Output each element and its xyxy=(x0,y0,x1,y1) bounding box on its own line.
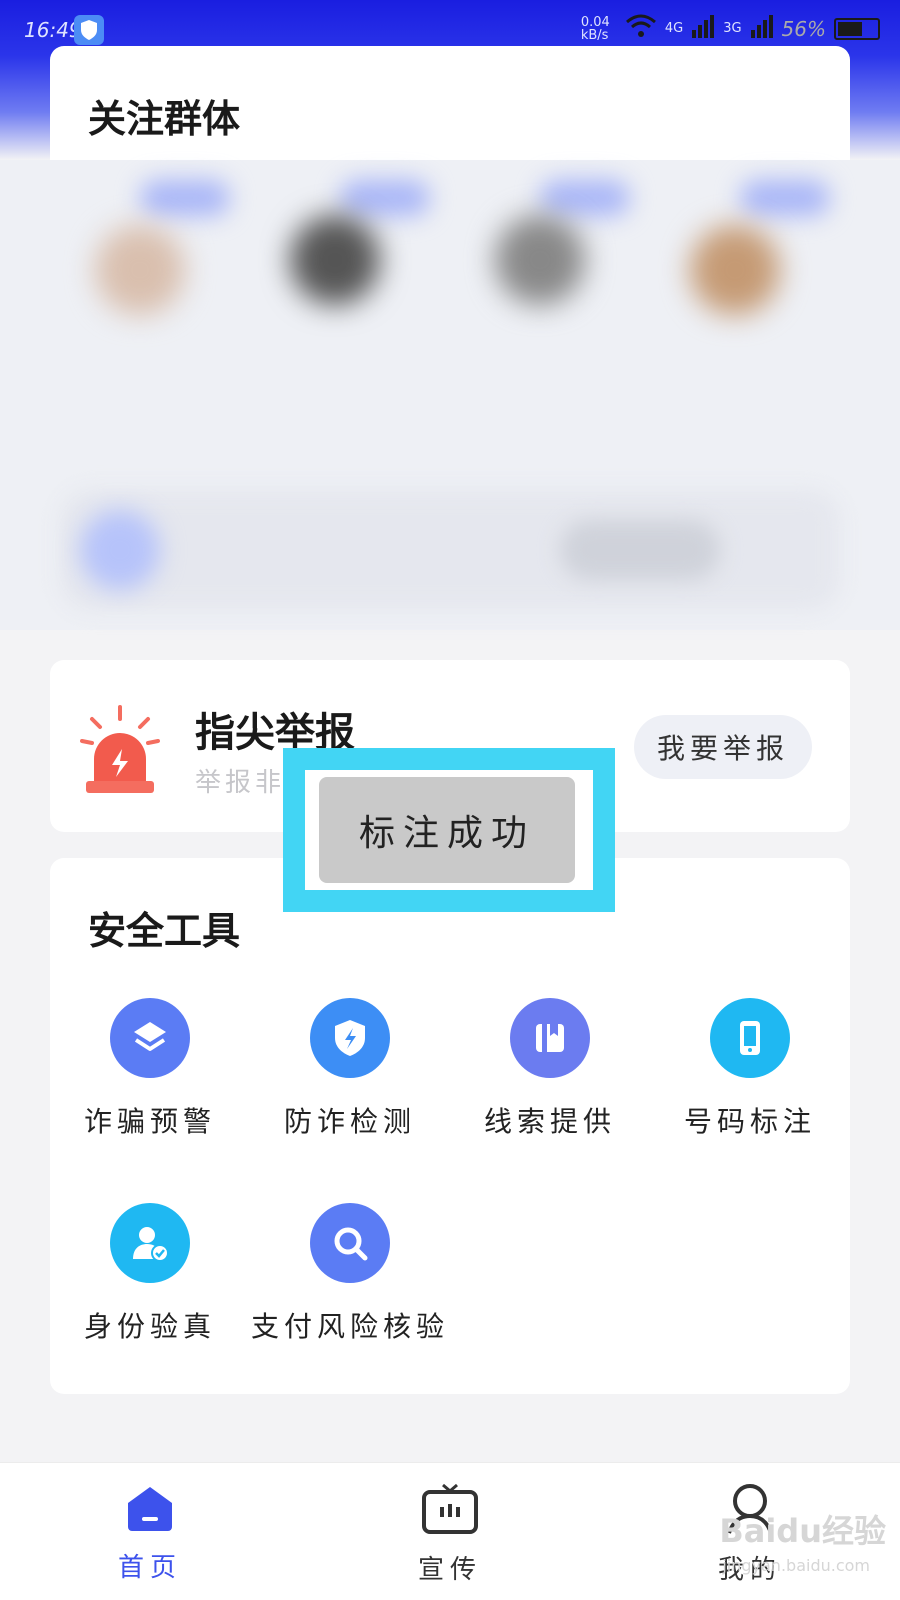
shield-bolt-icon xyxy=(310,998,390,1078)
security-app-icon xyxy=(74,15,104,45)
net-speed: 0.04 kB/s xyxy=(580,14,610,43)
watermark-url: jingyan.baidu.com xyxy=(722,1556,870,1575)
tools-card: 安全工具 诈骗预警 防诈检测 线索提供 号码标注 身份验真 支付风险核验 xyxy=(50,858,850,1394)
alarm-icon xyxy=(80,705,160,795)
tv-icon xyxy=(421,1483,479,1539)
groups-title: 关注群体 xyxy=(88,97,241,141)
watermark-brand: Baidu经验 xyxy=(719,1512,886,1550)
home-icon xyxy=(125,1483,175,1537)
blurred-avatar[interactable] xyxy=(290,215,380,305)
status-time: 16:49 xyxy=(24,18,82,42)
blurred-avatar[interactable] xyxy=(95,225,185,315)
tool-label: 支付风险核验 xyxy=(250,1310,449,1343)
signal-4g-label: 4G xyxy=(664,21,684,36)
tool-payment-risk[interactable]: 支付风险核验 xyxy=(250,1203,450,1345)
battery-percent: 56% xyxy=(781,16,826,41)
blurred-content xyxy=(0,160,900,630)
tool-number-mark[interactable]: 号码标注 xyxy=(650,998,850,1140)
signal-bars-icon xyxy=(691,14,715,43)
blurred-banner[interactable] xyxy=(60,490,840,610)
toast-message: 标注成功 xyxy=(319,777,575,883)
groups-card: 关注群体 xyxy=(50,46,850,161)
blurred-avatar[interactable] xyxy=(495,215,585,305)
tool-clue-provide[interactable]: 线索提供 xyxy=(450,998,650,1140)
tab-label: 首页 xyxy=(117,1553,182,1583)
blurred-tag xyxy=(140,180,230,216)
tab-publicity[interactable]: 宣传 xyxy=(380,1483,520,1586)
blurred-banner-text xyxy=(560,520,720,580)
tool-label: 线索提供 xyxy=(483,1105,616,1138)
battery-icon xyxy=(834,17,880,40)
tool-label: 号码标注 xyxy=(683,1105,816,1138)
signal-bars-icon xyxy=(750,14,774,43)
tool-label: 身份验真 xyxy=(83,1310,216,1343)
report-button[interactable]: 我要举报 xyxy=(634,715,812,779)
wifi-icon xyxy=(625,14,657,43)
tool-label: 防诈检测 xyxy=(283,1105,416,1138)
tool-identity-verify[interactable]: 身份验真 xyxy=(50,1203,250,1345)
blurred-avatar[interactable] xyxy=(690,225,780,315)
phone-icon xyxy=(710,998,790,1078)
tab-home[interactable]: 首页 xyxy=(80,1483,220,1584)
blurred-tag xyxy=(740,180,830,216)
tool-label: 诈骗预警 xyxy=(83,1105,216,1138)
tab-label: 宣传 xyxy=(417,1555,482,1585)
blurred-tag xyxy=(340,180,430,216)
tool-fraud-detect[interactable]: 防诈检测 xyxy=(250,998,450,1140)
report-subtitle: 举报非 xyxy=(195,768,286,798)
tool-fraud-warning[interactable]: 诈骗预警 xyxy=(50,998,250,1140)
blurred-banner-icon xyxy=(80,510,160,590)
status-indicators: 0.04 kB/s 4G 3G 56% xyxy=(581,14,880,43)
toast-highlight-frame: 标注成功 xyxy=(283,748,615,912)
tools-title: 安全工具 xyxy=(88,909,241,953)
user-check-icon xyxy=(110,1203,190,1283)
signal-3g-label: 3G xyxy=(723,21,742,36)
search-icon xyxy=(310,1203,390,1283)
blurred-tag xyxy=(540,180,630,216)
book-icon xyxy=(510,998,590,1078)
layers-icon xyxy=(110,998,190,1078)
